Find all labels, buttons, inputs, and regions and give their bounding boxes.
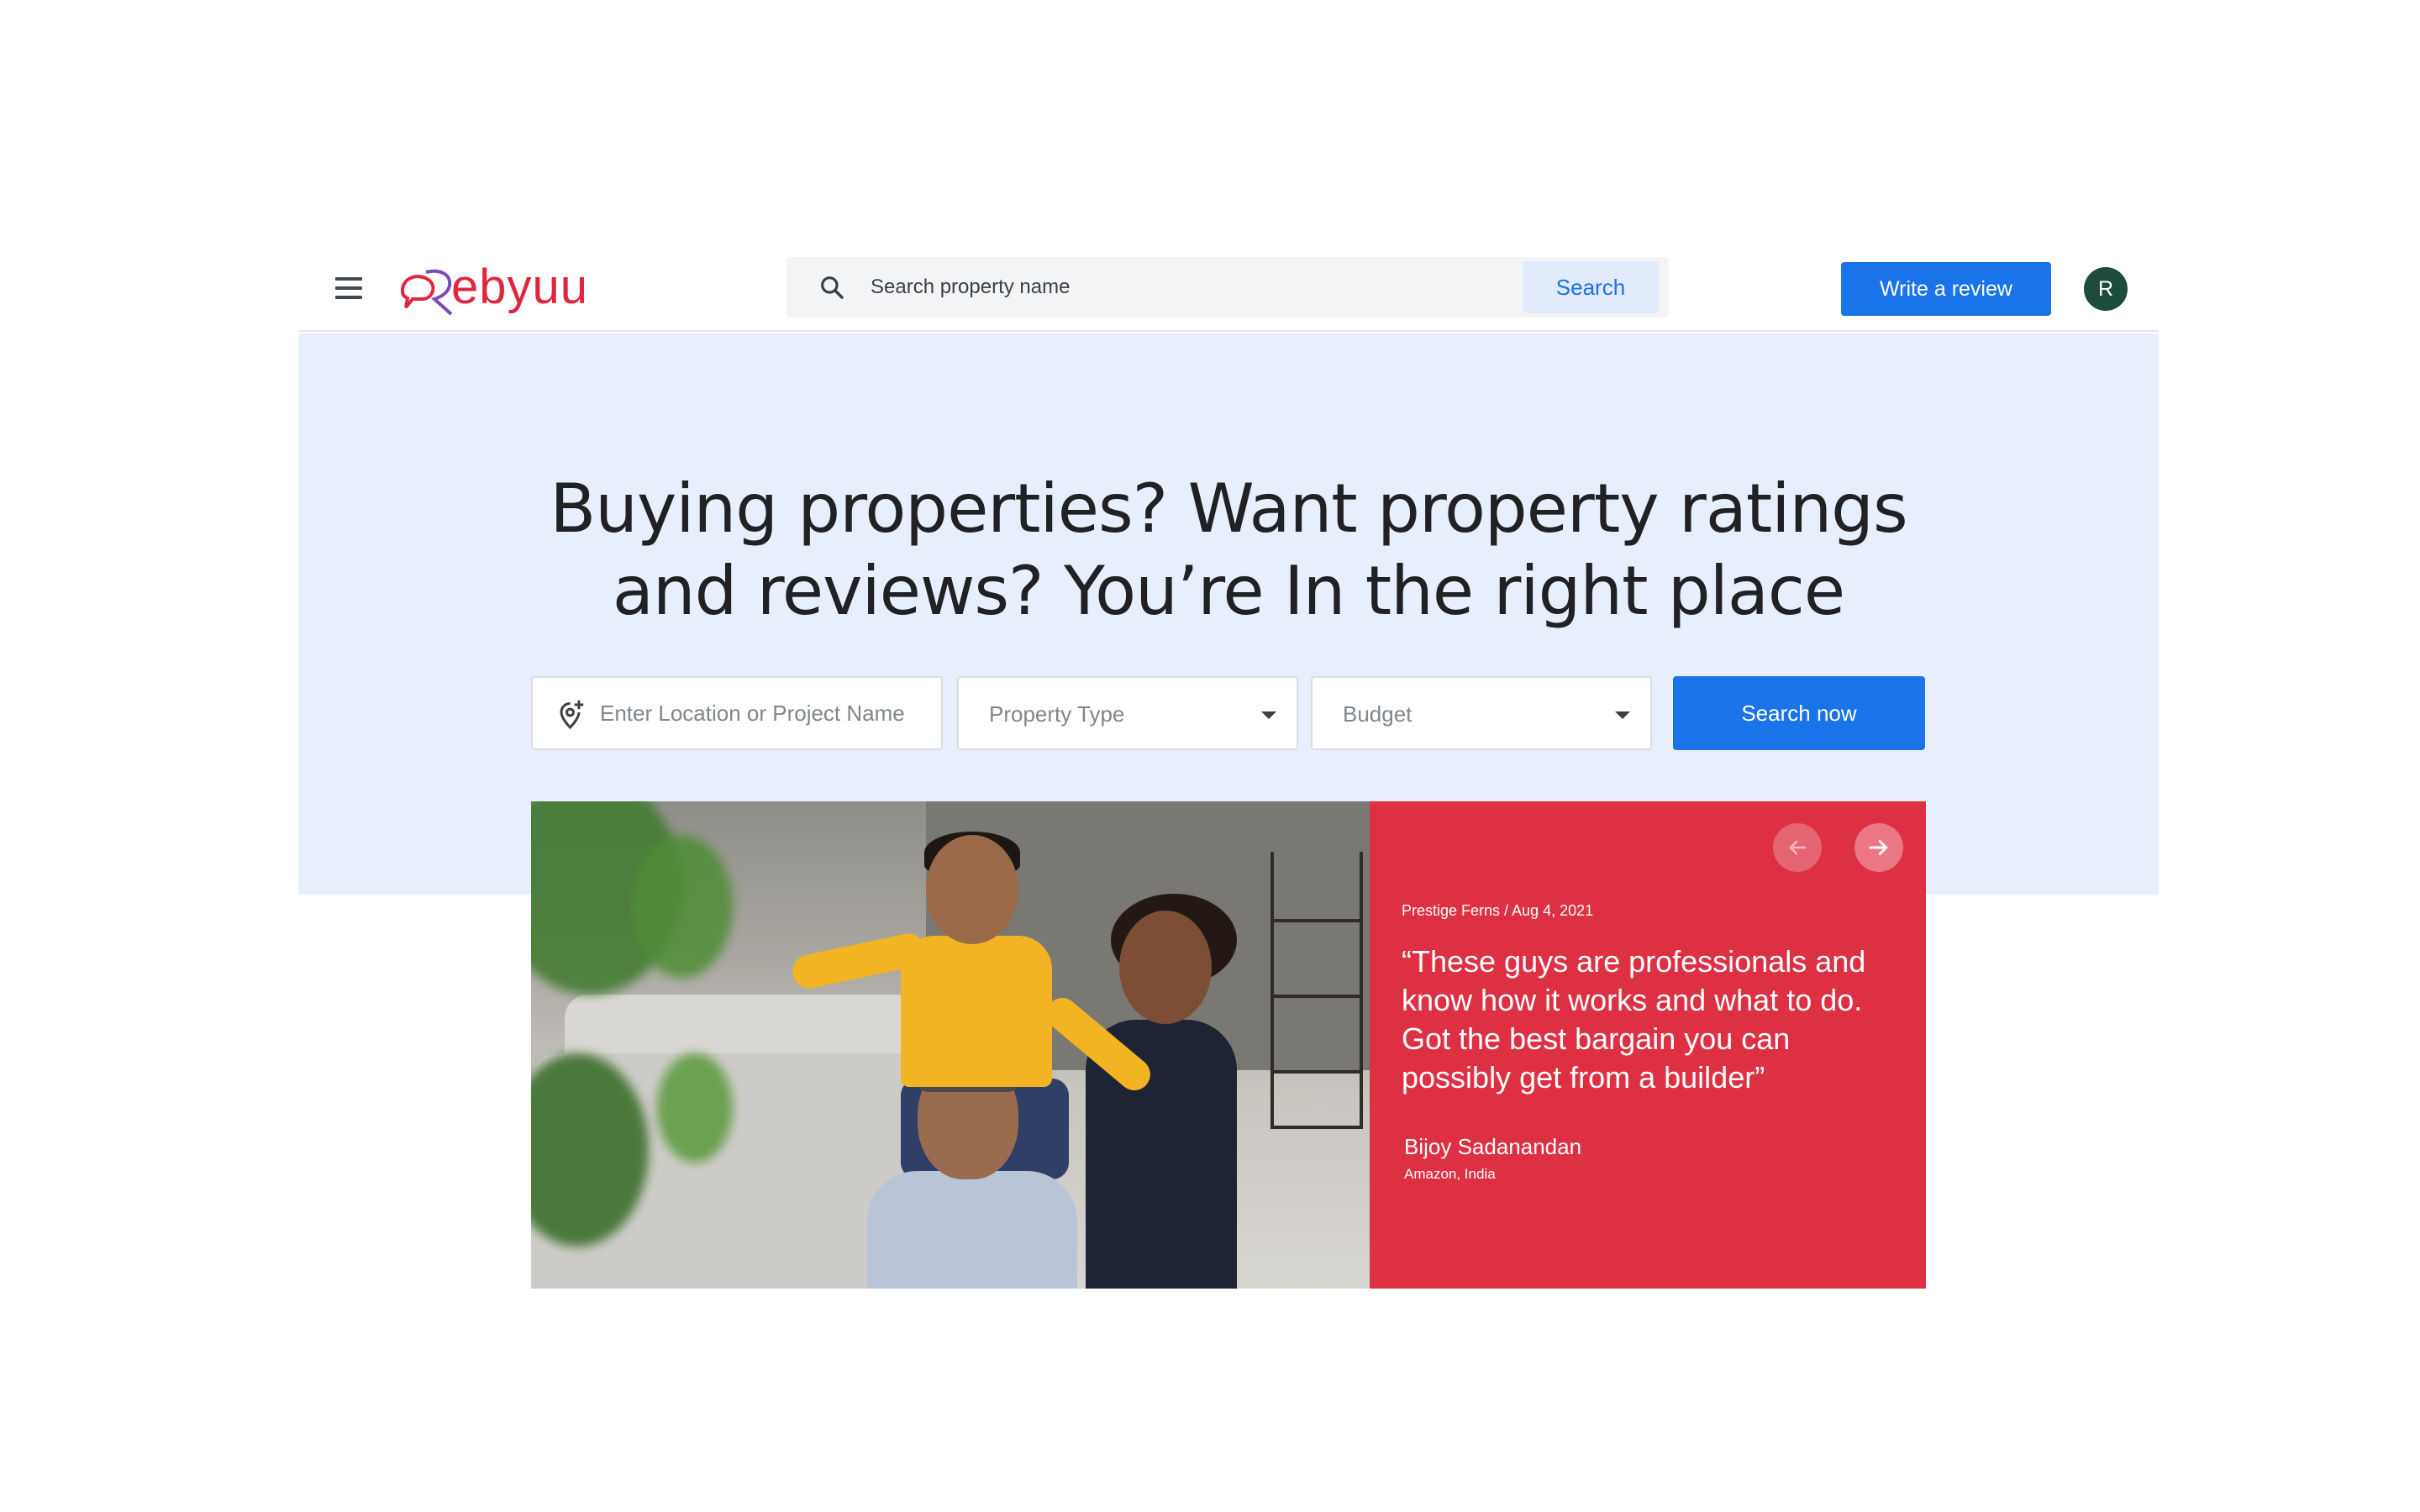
write-review-button[interactable]: Write a review (1841, 262, 2051, 316)
testimonial-company: Amazon, India (1404, 1166, 1496, 1182)
arrow-left-icon[interactable] (1773, 823, 1822, 872)
logo-text: ebyuu (451, 260, 589, 314)
logo[interactable]: ebyuu (397, 255, 608, 323)
property-type-label: Property Type (989, 701, 1125, 727)
budget-label: Budget (1343, 701, 1413, 727)
hero-title: Buying properties? Want property ratings… (550, 470, 1907, 630)
location-field[interactable] (531, 676, 943, 750)
caret-down-icon (1261, 711, 1276, 719)
testimonial-author: Bijoy Sadanandan (1404, 1134, 1582, 1159)
caret-down-icon (1615, 711, 1630, 719)
testimonial-panel: Prestige Ferns / Aug 4, 2021 “These guys… (1370, 801, 1926, 1289)
search-icon (821, 276, 844, 299)
app-frame: ebyuu Search Write a review R Buying pro… (298, 244, 2159, 1294)
search-button[interactable]: Search (1523, 261, 1659, 313)
logo-mark-icon (400, 269, 453, 316)
family-photo (531, 801, 1370, 1289)
user-avatar[interactable]: R (2084, 267, 2128, 311)
property-type-select[interactable]: Property Type (957, 676, 1298, 750)
testimonial-card: Prestige Ferns / Aug 4, 2021 “These guys… (531, 801, 1926, 1289)
top-header: ebyuu Search Write a review R (298, 244, 2159, 332)
search-now-button[interactable]: Search now (1673, 676, 1925, 750)
budget-select[interactable]: Budget (1311, 676, 1652, 750)
location-pin-add-icon (560, 700, 584, 730)
location-input[interactable] (600, 690, 932, 737)
property-search-input[interactable] (871, 265, 1518, 309)
hamburger-menu-icon[interactable] (335, 277, 362, 299)
arrow-right-icon[interactable] (1854, 823, 1903, 872)
testimonial-quote: “These guys are professionals and know h… (1402, 944, 1866, 1095)
top-search-bar: Search (786, 257, 1669, 318)
testimonial-meta: Prestige Ferns / Aug 4, 2021 (1402, 902, 1594, 919)
